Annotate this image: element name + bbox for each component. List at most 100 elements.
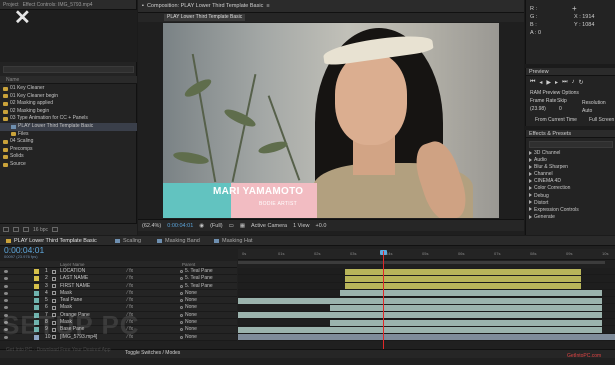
project-item[interactable]: 02 Masking begin: [0, 108, 137, 116]
disclosure-triangle-icon[interactable]: [529, 186, 532, 191]
parent-dropdown[interactable]: None: [185, 319, 197, 326]
label-color-swatch[interactable]: [34, 269, 39, 274]
view-layout-dropdown[interactable]: 1 View: [293, 223, 309, 229]
parent-dropdown[interactable]: None: [185, 334, 197, 341]
preview-title[interactable]: Preview: [526, 68, 615, 76]
pick-whip-icon[interactable]: [180, 328, 183, 332]
pick-whip-icon[interactable]: [180, 277, 183, 281]
bit-depth-toggle[interactable]: 16 bpc: [33, 227, 48, 233]
lock-icon[interactable]: ▪: [142, 3, 144, 9]
layer-switches[interactable]: ⁄ fx: [127, 297, 133, 304]
disclosure-triangle-icon[interactable]: [529, 157, 532, 162]
layer-duration-bar[interactable]: [238, 312, 602, 319]
layer-row[interactable]: 2 LAST NAME 5. Teal Pane ⁄ fx: [0, 275, 237, 283]
effect-category[interactable]: Expression Controls: [529, 207, 579, 214]
from-current-time-checkbox[interactable]: From Current Time: [535, 117, 577, 123]
current-time-indicator[interactable]: [383, 251, 385, 351]
eye-icon[interactable]: [4, 284, 8, 288]
exposure-value[interactable]: +0.0: [316, 223, 327, 229]
resolution-dropdown[interactable]: (Full): [210, 223, 223, 229]
pick-whip-icon[interactable]: [180, 335, 183, 339]
parent-dropdown[interactable]: None: [185, 297, 197, 304]
effect-category[interactable]: Blur & Sharpen: [529, 164, 579, 171]
disclosure-triangle-icon[interactable]: [529, 214, 532, 219]
effect-category[interactable]: CINEMA 4D: [529, 178, 579, 185]
project-item[interactable]: 01 Key Cleaner: [0, 85, 137, 93]
close-icon[interactable]: ✕: [14, 8, 31, 28]
project-item[interactable]: Precomps: [0, 146, 137, 154]
play-icon[interactable]: ▶: [546, 79, 551, 86]
layer-name[interactable]: Mask: [60, 290, 72, 297]
camera-icon[interactable]: ◉: [199, 223, 204, 229]
timeline-tab[interactable]: PLAY Lower Third Template Basic: [4, 237, 97, 245]
transparency-grid-icon[interactable]: ▦: [240, 223, 245, 229]
panel-menu-icon[interactable]: ≡: [266, 3, 269, 9]
effect-category[interactable]: Audio: [529, 157, 579, 164]
label-color-swatch[interactable]: [34, 290, 39, 296]
layer-duration-bar[interactable]: [345, 275, 582, 282]
layer-duration-bar[interactable]: [330, 319, 602, 326]
effect-category[interactable]: Color Correction: [529, 185, 579, 192]
parent-dropdown[interactable]: None: [185, 304, 197, 311]
zoom-dropdown[interactable]: (62.4%): [142, 223, 161, 229]
interpret-footage-icon[interactable]: [3, 227, 9, 232]
effect-category[interactable]: Channel: [529, 171, 579, 178]
layer-switches[interactable]: ⁄ fx: [127, 268, 133, 275]
first-frame-icon[interactable]: ⏮: [530, 79, 535, 86]
timeline-tab[interactable]: Scaling: [113, 237, 141, 245]
effect-category[interactable]: Debug: [529, 193, 579, 200]
layer-switches[interactable]: ⁄ fx: [127, 275, 133, 282]
toggle-switches-modes[interactable]: Toggle Switches / Modes: [125, 350, 180, 356]
layer-row[interactable]: 1 LOCATION 5. Teal Pane ⁄ fx: [0, 268, 237, 276]
disclosure-triangle-icon[interactable]: [529, 150, 532, 155]
effect-category[interactable]: 3D Channel: [529, 150, 579, 157]
pick-whip-icon[interactable]: [180, 306, 183, 310]
layer-duration-bar[interactable]: [330, 304, 602, 311]
audio-icon[interactable]: ♪: [571, 79, 574, 86]
eye-icon[interactable]: [4, 299, 8, 303]
comp-subtab[interactable]: PLAY Lower Third Template Basic: [164, 14, 246, 21]
disclosure-triangle-icon[interactable]: [529, 179, 532, 184]
camera-dropdown[interactable]: Active Camera: [251, 223, 287, 229]
layer-row[interactable]: 3 FIRST NAME 5. Teal Pane ⁄ fx: [0, 282, 237, 290]
ram-preview-options[interactable]: RAM Preview Options: [530, 90, 579, 96]
layer-duration-bar[interactable]: [339, 290, 602, 297]
parent-dropdown[interactable]: None: [185, 326, 197, 333]
disclosure-triangle-icon[interactable]: [529, 171, 532, 176]
layer-row[interactable]: 4 Mask None ⁄ fx: [0, 289, 237, 298]
disclosure-triangle-icon[interactable]: [529, 207, 532, 212]
layer-name[interactable]: LAST NAME: [60, 275, 88, 282]
project-item[interactable]: Source: [0, 161, 137, 169]
layer-name[interactable]: Teal Pane: [60, 297, 82, 304]
column-name-label[interactable]: Name: [6, 77, 19, 83]
label-color-swatch[interactable]: [34, 276, 39, 282]
effects-search-input[interactable]: [529, 141, 613, 148]
tab-composition[interactable]: Composition: PLAY Lower Third Template B…: [147, 3, 263, 9]
label-color-swatch[interactable]: [34, 298, 39, 304]
layer-duration-bar[interactable]: [238, 326, 602, 333]
project-item[interactable]: Solids: [0, 153, 137, 161]
project-search-input[interactable]: [3, 66, 134, 73]
layer-duration-bar[interactable]: [238, 297, 602, 304]
disclosure-triangle-icon[interactable]: [529, 200, 532, 205]
layer-duration-bar[interactable]: [238, 334, 615, 341]
timeline-tab[interactable]: Masking Hat: [212, 237, 253, 245]
project-item[interactable]: 03 Type Animation for CC + Panels: [0, 115, 137, 123]
parent-dropdown[interactable]: None: [185, 290, 197, 297]
project-item[interactable]: 01 Key Cleaner begin: [0, 93, 137, 101]
effect-category[interactable]: Distort: [529, 200, 579, 207]
project-item[interactable]: 02 Masking applied: [0, 100, 137, 108]
pick-whip-icon[interactable]: [180, 321, 183, 325]
parent-dropdown[interactable]: None: [185, 312, 197, 319]
project-item[interactable]: 04 Scaling: [0, 138, 137, 146]
layer-name[interactable]: LOCATION: [60, 268, 85, 275]
time-ruler[interactable]: 0s 01s 02s 03s 04s 05s 06s 07s 08s 09s 10s: [238, 249, 615, 260]
effect-category[interactable]: Generate: [529, 214, 579, 221]
frame-rate-dropdown[interactable]: (23.98): [530, 106, 546, 112]
disclosure-triangle-icon[interactable]: [529, 193, 532, 198]
resolution-dropdown-preview[interactable]: Auto: [582, 108, 592, 114]
new-folder-icon[interactable]: [13, 227, 19, 232]
trash-icon[interactable]: [52, 227, 59, 232]
layer-switches[interactable]: ⁄ fx: [127, 290, 133, 297]
pick-whip-icon[interactable]: [180, 291, 183, 295]
